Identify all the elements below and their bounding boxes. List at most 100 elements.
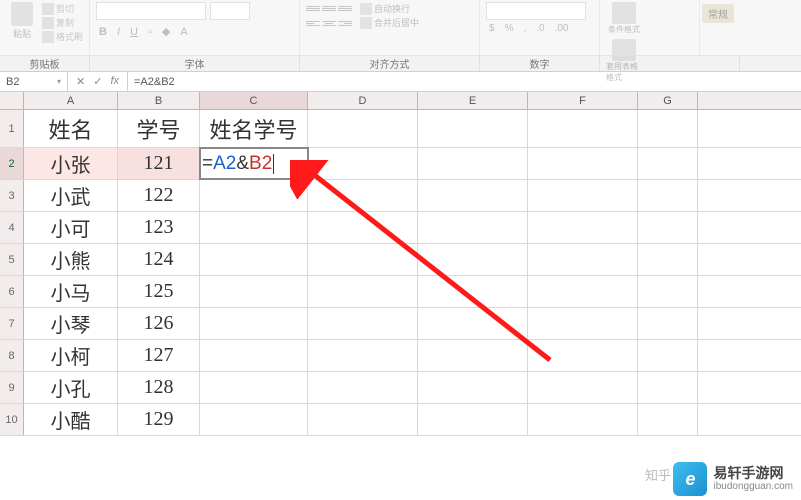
cell[interactable] (638, 110, 698, 147)
enter-formula-button[interactable]: ✓ (93, 75, 102, 88)
cell[interactable] (638, 372, 698, 403)
align-center-button[interactable] (322, 17, 336, 29)
row-header[interactable]: 3 (0, 180, 24, 211)
cell[interactable] (200, 180, 308, 211)
cell[interactable] (528, 340, 638, 371)
col-header-a[interactable]: A (24, 92, 118, 109)
cell-b1[interactable]: 学号 (118, 110, 200, 147)
fill-color-button[interactable]: ◆ (159, 24, 173, 39)
cut-button[interactable]: 剪切 (42, 2, 83, 15)
conditional-format-button[interactable]: 条件格式 (606, 2, 642, 35)
cell[interactable] (638, 308, 698, 339)
cell[interactable] (200, 212, 308, 243)
cell[interactable]: 小马 (24, 276, 118, 307)
number-format-combo[interactable] (486, 2, 586, 20)
cell[interactable] (638, 340, 698, 371)
cell[interactable]: 小柯 (24, 340, 118, 371)
font-color-button[interactable]: A (177, 25, 190, 39)
cell[interactable] (308, 372, 418, 403)
cell[interactable] (528, 244, 638, 275)
cell[interactable]: 小酷 (24, 404, 118, 435)
col-header-e[interactable]: E (418, 92, 528, 109)
row-header[interactable]: 6 (0, 276, 24, 307)
bold-button[interactable]: B (96, 25, 110, 39)
wrap-text-button[interactable]: 自动换行 (360, 2, 419, 15)
currency-button[interactable]: $ (486, 22, 498, 35)
increase-decimal-button[interactable]: .0 (533, 22, 547, 35)
align-bottom-button[interactable] (338, 2, 352, 14)
border-button[interactable]: ▫ (145, 25, 155, 39)
cell[interactable]: 124 (118, 244, 200, 275)
cell[interactable]: 123 (118, 212, 200, 243)
cell[interactable] (200, 276, 308, 307)
cell[interactable] (200, 340, 308, 371)
col-header-g[interactable]: G (638, 92, 698, 109)
col-header-c[interactable]: C (200, 92, 308, 109)
cell[interactable] (638, 276, 698, 307)
cell[interactable] (418, 148, 528, 179)
cell[interactable] (638, 180, 698, 211)
copy-button[interactable]: 复制 (42, 16, 83, 29)
paste-button[interactable]: 粘贴 (6, 2, 38, 40)
cell[interactable] (418, 276, 528, 307)
cell[interactable]: 122 (118, 180, 200, 211)
cell-a1[interactable]: 姓名 (24, 110, 118, 147)
row-header[interactable]: 7 (0, 308, 24, 339)
cell[interactable]: 小熊 (24, 244, 118, 275)
format-painter-button[interactable]: 格式刷 (42, 30, 83, 43)
row-header[interactable]: 10 (0, 404, 24, 435)
cell[interactable] (528, 276, 638, 307)
cell-c2-editing[interactable]: =A2&B2 (200, 148, 308, 179)
cell[interactable] (308, 180, 418, 211)
row-header[interactable]: 5 (0, 244, 24, 275)
cell[interactable] (418, 308, 528, 339)
percent-button[interactable]: % (502, 22, 517, 35)
cell[interactable] (418, 212, 528, 243)
cell[interactable] (308, 276, 418, 307)
comma-button[interactable]: , (520, 22, 529, 35)
cell[interactable] (308, 340, 418, 371)
cell[interactable] (308, 308, 418, 339)
cell[interactable] (528, 372, 638, 403)
cell[interactable] (308, 212, 418, 243)
row-header[interactable]: 1 (0, 110, 24, 147)
italic-button[interactable]: I (114, 25, 123, 39)
cell[interactable] (308, 110, 418, 147)
cell[interactable] (638, 244, 698, 275)
row-header[interactable]: 4 (0, 212, 24, 243)
cell[interactable] (200, 308, 308, 339)
cell[interactable]: 小可 (24, 212, 118, 243)
cell[interactable]: 129 (118, 404, 200, 435)
col-header-d[interactable]: D (308, 92, 418, 109)
normal-style-button[interactable]: 常规 (702, 4, 734, 23)
font-family-combo[interactable] (96, 2, 206, 20)
cell[interactable] (418, 110, 528, 147)
cell[interactable] (528, 148, 638, 179)
cell-a2[interactable]: 小张 (24, 148, 118, 179)
cell-b2[interactable]: 121 (118, 148, 200, 179)
cell[interactable] (200, 372, 308, 403)
cell[interactable] (418, 404, 528, 435)
fx-button[interactable]: fx (110, 75, 119, 88)
merge-center-button[interactable]: 合并后居中 (360, 16, 419, 29)
cell[interactable] (308, 148, 418, 179)
align-top-button[interactable] (306, 2, 320, 14)
cell[interactable] (200, 244, 308, 275)
cell[interactable]: 125 (118, 276, 200, 307)
cell[interactable] (528, 180, 638, 211)
cell[interactable] (308, 244, 418, 275)
cell[interactable] (418, 244, 528, 275)
row-header[interactable]: 9 (0, 372, 24, 403)
row-header[interactable]: 2 (0, 148, 24, 179)
underline-button[interactable]: U (127, 25, 141, 39)
cell[interactable]: 小琴 (24, 308, 118, 339)
cell[interactable] (528, 110, 638, 147)
align-middle-button[interactable] (322, 2, 336, 14)
cell[interactable] (638, 212, 698, 243)
cell[interactable] (528, 404, 638, 435)
cell[interactable]: 126 (118, 308, 200, 339)
cell[interactable] (638, 404, 698, 435)
cell[interactable] (418, 340, 528, 371)
cell[interactable]: 128 (118, 372, 200, 403)
cell[interactable] (528, 308, 638, 339)
